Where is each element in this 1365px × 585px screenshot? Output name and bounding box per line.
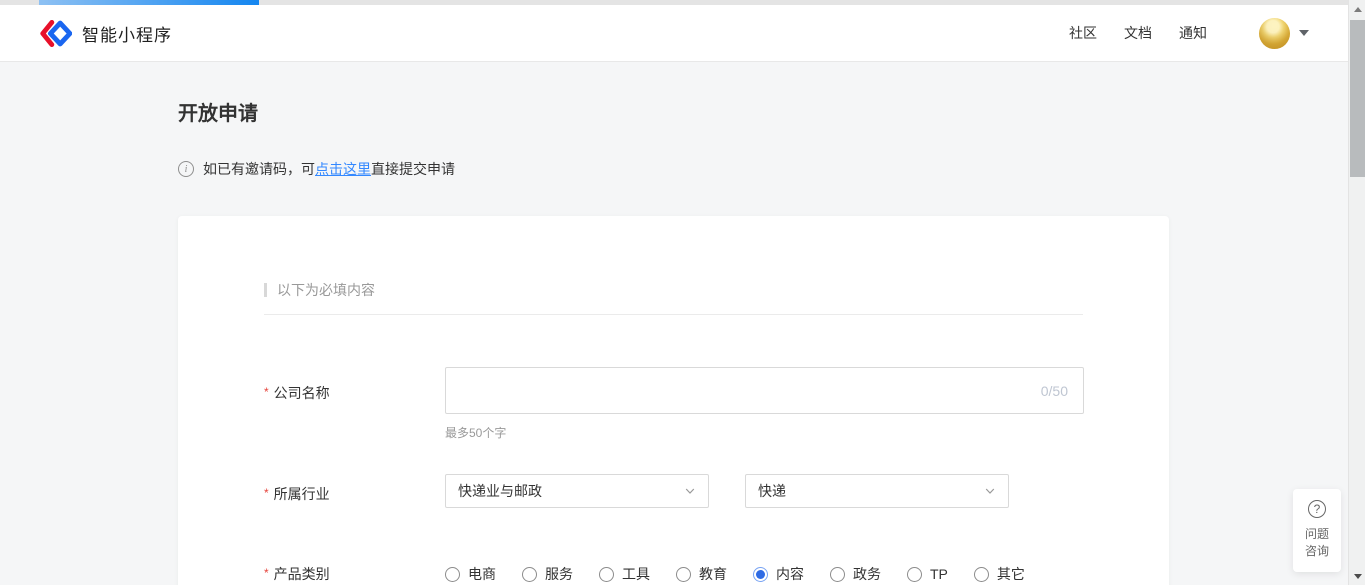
radio-label: TP: [930, 566, 948, 582]
chevron-down-icon: [684, 485, 696, 497]
industry-label: * 所属行业: [264, 474, 445, 504]
radio-label: 内容: [776, 564, 804, 584]
click-here-link[interactable]: 点击这里: [315, 159, 371, 179]
invite-code-notice: i 如已有邀请码，可点击这里直接提交申请: [178, 159, 1365, 179]
radio-icon: [753, 567, 768, 582]
radio-option-电商[interactable]: 电商: [445, 564, 496, 584]
radio-icon: [599, 567, 614, 582]
required-marker: *: [264, 564, 269, 584]
radio-icon: [907, 567, 922, 582]
industry-primary-value: 快递业与邮政: [458, 481, 542, 501]
char-counter: 0/50: [1041, 383, 1083, 399]
radio-option-其它[interactable]: 其它: [974, 564, 1025, 584]
main-content: 开放申请 i 如已有邀请码，可点击这里直接提交申请 以下为必填内容 * 公司名称…: [0, 62, 1365, 585]
radio-option-工具[interactable]: 工具: [599, 564, 650, 584]
radio-option-内容[interactable]: 内容: [753, 564, 804, 584]
industry-secondary-value: 快递: [758, 481, 786, 501]
radio-icon: [445, 567, 460, 582]
required-marker: *: [264, 383, 269, 403]
nav-docs[interactable]: 文档: [1124, 23, 1152, 43]
radio-label: 服务: [545, 564, 573, 584]
nav-notifications[interactable]: 通知: [1179, 23, 1207, 43]
company-name-control: 0/50 最多50个字: [445, 367, 1084, 441]
section-divider: [264, 314, 1083, 315]
product-category-label: * 产品类别: [264, 564, 445, 584]
radio-icon: [830, 567, 845, 582]
section-title: 以下为必填内容: [277, 280, 375, 300]
help-text: 问题 咨询: [1293, 526, 1341, 560]
header-nav: 社区 文档 通知: [1042, 18, 1309, 49]
industry-primary-select[interactable]: 快递业与邮政: [445, 474, 709, 508]
radio-option-服务[interactable]: 服务: [522, 564, 573, 584]
radio-label: 其它: [997, 564, 1025, 584]
radio-label: 政务: [853, 564, 881, 584]
chevron-down-icon[interactable]: [1299, 30, 1309, 36]
product-category-options: 电商 服务 工具 教育 内容 政务 TP 其它: [445, 564, 1025, 584]
vertical-scrollbar[interactable]: [1348, 0, 1365, 585]
application-form-card: 以下为必填内容 * 公司名称 0/50 最多50个字 * 所属行业: [178, 216, 1169, 585]
company-name-input-wrap: 0/50: [445, 367, 1084, 414]
radio-icon: [676, 567, 691, 582]
product-category-row: * 产品类别 电商 服务 工具 教育 内容 政务 TP 其它: [264, 564, 1083, 584]
tab-loading-bar: [39, 0, 259, 5]
required-section-header: 以下为必填内容: [264, 280, 1083, 300]
industry-row: * 所属行业 快递业与邮政 快递: [264, 474, 1083, 508]
radio-option-TP[interactable]: TP: [907, 566, 948, 582]
app-header: 智能小程序 社区 文档 通知: [0, 5, 1348, 62]
scrollbar-thumb[interactable]: [1350, 20, 1365, 177]
radio-option-政务[interactable]: 政务: [830, 564, 881, 584]
logo-icon: [40, 20, 72, 47]
radio-option-教育[interactable]: 教育: [676, 564, 727, 584]
scroll-up-arrow-icon[interactable]: [1349, 1, 1365, 17]
brand[interactable]: 智能小程序: [40, 20, 172, 47]
radio-label: 教育: [699, 564, 727, 584]
nav-community[interactable]: 社区: [1069, 23, 1097, 43]
chevron-down-icon: [984, 485, 996, 497]
company-name-label: * 公司名称: [264, 367, 445, 403]
help-consult-button[interactable]: ? 问题 咨询: [1293, 489, 1341, 572]
logo-text: 智能小程序: [82, 21, 172, 46]
company-name-hint: 最多50个字: [445, 424, 1084, 441]
industry-secondary-select[interactable]: 快递: [745, 474, 1009, 508]
notice-suffix: 直接提交申请: [371, 159, 455, 179]
radio-icon: [522, 567, 537, 582]
industry-selects: 快递业与邮政 快递: [445, 474, 1009, 508]
notice-prefix: 如已有邀请码，可: [203, 159, 315, 179]
company-name-input[interactable]: [446, 368, 1041, 413]
scroll-down-arrow-icon[interactable]: [1349, 568, 1365, 584]
radio-icon: [974, 567, 989, 582]
info-icon: i: [178, 161, 194, 177]
avatar[interactable]: [1259, 18, 1290, 49]
radio-label: 电商: [468, 564, 496, 584]
company-name-row: * 公司名称 0/50 最多50个字: [264, 367, 1083, 441]
required-marker: *: [264, 484, 269, 504]
question-mark-icon: ?: [1308, 500, 1326, 518]
section-bar: [264, 283, 267, 297]
radio-label: 工具: [622, 564, 650, 584]
browser-tab-strip: [0, 0, 1365, 5]
page-title: 开放申请: [178, 62, 1365, 126]
